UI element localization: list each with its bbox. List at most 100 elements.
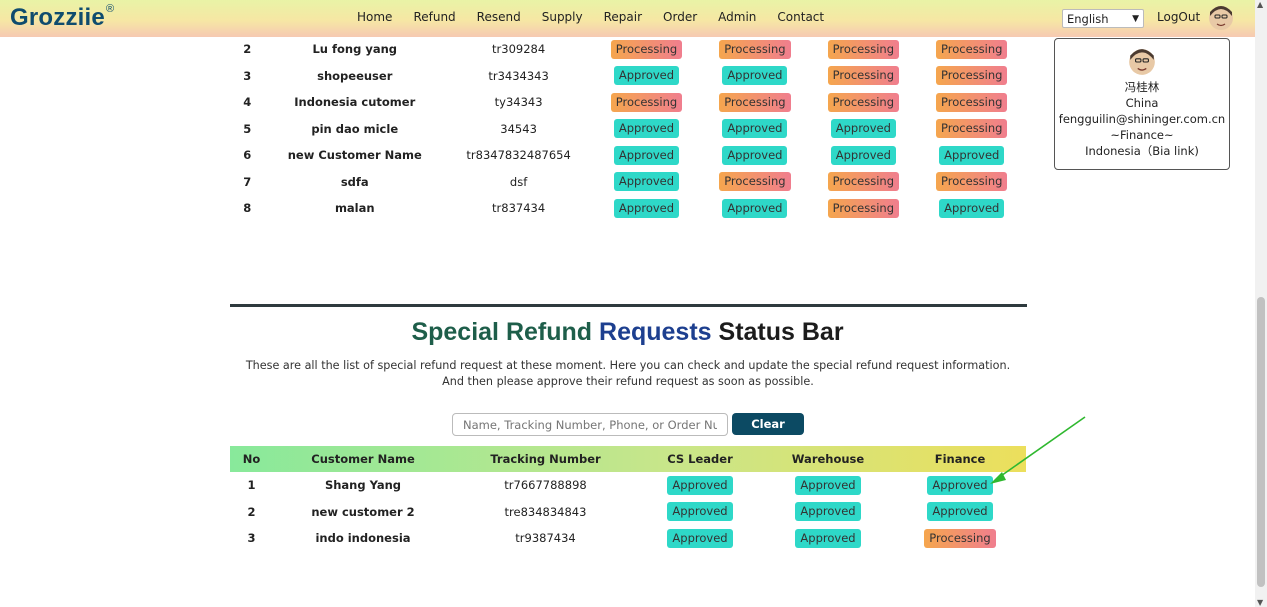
scrollbar-thumb[interactable] — [1257, 297, 1265, 587]
row-number: 5 — [243, 121, 252, 136]
tracking-number: tr7667788898 — [504, 478, 587, 493]
status-cell: Processing — [592, 89, 700, 116]
status-badge[interactable]: Approved — [939, 198, 1005, 218]
scroll-down-icon[interactable]: ▼ — [1257, 598, 1263, 607]
clear-button[interactable]: Clear — [732, 413, 804, 435]
special-table-body: 1 Shang Yang tr7667788898 Approved Approved A… — [230, 472, 1026, 552]
navbar: Grozziie® Home Refund Resend Supply Repa… — [0, 0, 1255, 37]
status-cell: Approved — [809, 142, 917, 169]
nav-resend[interactable]: Resend — [477, 10, 521, 24]
scrollbar[interactable]: ▲ ▼ — [1255, 0, 1267, 607]
customer-name: new customer 2 — [311, 504, 415, 519]
profile-card: 冯桂林 China fengguilin@shininger.com.cn ~F… — [1054, 38, 1230, 170]
nav-refund[interactable]: Refund — [413, 10, 455, 24]
table-header-row: No Customer Name Tracking Number CS Lead… — [230, 446, 1026, 472]
tracking-number: 34543 — [500, 121, 537, 136]
status-badge[interactable]: Approved — [613, 66, 680, 86]
table-row[interactable]: 5 pin dao micle 34543 Approved Approved Appro… — [230, 116, 1026, 143]
profile-role: ~Finance~ — [1110, 128, 1174, 142]
cs-leader-status: Approved — [638, 525, 762, 552]
nav-repair[interactable]: Repair — [604, 10, 642, 24]
status-badge[interactable]: Approved — [722, 198, 788, 218]
status-cell: Approved — [592, 195, 700, 222]
status-badge[interactable]: Approved — [927, 475, 993, 495]
status-badge[interactable]: Approved — [795, 528, 861, 548]
refund-status-table: 2 Lu fong yang tr309284 Processing Processin… — [230, 36, 1026, 222]
status-badge[interactable]: Approved — [667, 528, 733, 548]
status-cell: Approved — [592, 116, 700, 143]
logout-link[interactable]: LogOut — [1157, 10, 1200, 24]
brand-logo[interactable]: Grozziie® — [10, 3, 115, 32]
status-badge[interactable]: Approved — [667, 502, 733, 522]
status-badge[interactable]: Approved — [613, 172, 680, 192]
status-badge[interactable]: Processing — [827, 172, 900, 192]
status-badge[interactable]: Approved — [927, 502, 993, 522]
nav-contact[interactable]: Contact — [777, 10, 824, 24]
table-row[interactable]: 3 indo indonesia tr9387434 Approved Approved… — [230, 525, 1026, 552]
status-badge[interactable]: Processing — [827, 39, 900, 59]
table-row[interactable]: 1 Shang Yang tr7667788898 Approved Approved A… — [230, 472, 1026, 499]
status-cell: Processing — [809, 63, 917, 90]
status-badge[interactable]: Approved — [722, 66, 788, 86]
status-badge[interactable]: Processing — [610, 39, 683, 59]
status-badge[interactable]: Processing — [719, 172, 791, 192]
row-number: 2 — [243, 42, 252, 57]
status-badge[interactable]: Processing — [719, 92, 791, 112]
nav-supply[interactable]: Supply — [542, 10, 583, 24]
row-number: 3 — [243, 68, 252, 83]
customer-name: sdfa — [340, 174, 369, 189]
status-badge[interactable]: Approved — [667, 475, 733, 495]
avatar[interactable] — [1208, 4, 1234, 32]
status-badge[interactable]: Approved — [613, 119, 680, 139]
customer-name: shopeeuser — [317, 68, 393, 83]
search-input[interactable] — [452, 413, 728, 436]
tracking-number: tre834834843 — [504, 504, 587, 519]
status-badge[interactable]: Processing — [936, 172, 1008, 192]
table-row[interactable]: 2 Lu fong yang tr309284 Processing Processin… — [230, 36, 1026, 63]
registered-mark: ® — [105, 3, 115, 15]
row-number: 7 — [243, 174, 252, 189]
status-badge[interactable]: Processing — [827, 198, 900, 218]
status-badge[interactable]: Approved — [830, 145, 896, 165]
table-row[interactable]: 7 sdfa dsf Approved Processing Processing Proc… — [230, 169, 1026, 196]
status-badge[interactable]: Processing — [719, 39, 791, 59]
status-badge[interactable]: Processing — [827, 66, 900, 86]
language-select[interactable]: English ▼ — [1062, 9, 1144, 28]
tracking-number: tr9387434 — [515, 531, 576, 546]
status-badge[interactable]: Processing — [924, 528, 996, 548]
nav-admin[interactable]: Admin — [718, 10, 756, 24]
table-row[interactable]: 8 malan tr837434 Approved Approved Processing… — [230, 195, 1026, 222]
status-cell: Processing — [809, 89, 917, 116]
nav-home[interactable]: Home — [357, 10, 392, 24]
status-cell: Approved — [701, 116, 809, 143]
status-badge[interactable]: Processing — [936, 39, 1008, 59]
status-badge[interactable]: Approved — [795, 502, 861, 522]
status-cell: Processing — [918, 36, 1026, 63]
table-row[interactable]: 4 Indonesia cutomer ty34343 Processing Proce… — [230, 89, 1026, 116]
customer-name: indo indonesia — [315, 531, 411, 546]
status-badge[interactable]: Approved — [613, 145, 680, 165]
title-word-refund: Refund — [505, 318, 593, 346]
nav-links: Home Refund Resend Supply Repair Order A… — [357, 10, 845, 24]
status-badge[interactable]: Processing — [827, 92, 900, 112]
customer-name: new Customer Name — [287, 148, 422, 163]
table-row[interactable]: 2 new customer 2 tre834834843 Approved Appro… — [230, 499, 1026, 526]
status-cell: Processing — [701, 89, 809, 116]
status-badge[interactable]: Processing — [610, 92, 683, 112]
status-badge[interactable]: Approved — [795, 475, 861, 495]
status-badge[interactable]: Approved — [830, 119, 896, 139]
table-row[interactable]: 3 shopeeuser tr3434343 Approved Approved Proc… — [230, 63, 1026, 90]
status-badge[interactable]: Approved — [722, 145, 788, 165]
status-badge[interactable]: Processing — [936, 119, 1008, 139]
status-badge[interactable]: Approved — [722, 119, 788, 139]
status-badge[interactable]: Processing — [936, 92, 1008, 112]
status-cell: Approved — [918, 195, 1026, 222]
status-badge[interactable]: Approved — [613, 198, 680, 218]
scroll-up-icon[interactable]: ▲ — [1257, 0, 1263, 9]
status-cell: Processing — [809, 169, 917, 196]
warehouse-status: Approved — [762, 499, 894, 526]
status-badge[interactable]: Processing — [936, 66, 1008, 86]
status-badge[interactable]: Approved — [939, 145, 1005, 165]
table-row[interactable]: 6 new Customer Name tr8347832487654 Approve… — [230, 142, 1026, 169]
nav-order[interactable]: Order — [663, 10, 697, 24]
